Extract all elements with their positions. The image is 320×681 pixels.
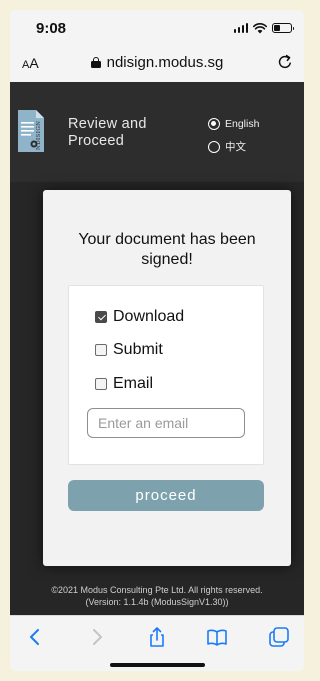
option-submit[interactable]: Submit — [95, 341, 163, 359]
language-option-chinese[interactable]: 中文 — [208, 139, 259, 154]
browser-toolbar — [10, 615, 304, 671]
ndisign-logo: NDISIGN — [18, 110, 44, 152]
proceed-button[interactable]: proceed — [68, 480, 264, 511]
phone-screen: 9:08 AA ndisign.modus.sg NDISIGN Review … — [10, 10, 304, 671]
copyright-text: ©2021 Modus Consulting Pte Ltd. All righ… — [51, 585, 263, 595]
language-label-chinese: 中文 — [225, 141, 246, 153]
chevron-left-icon[interactable] — [24, 626, 46, 648]
status-time: 9:08 — [36, 20, 67, 37]
email-input[interactable] — [87, 408, 245, 438]
wifi-icon — [253, 23, 267, 34]
checkbox-email[interactable] — [95, 378, 107, 390]
home-indicator[interactable] — [110, 663, 205, 667]
signed-message: Your document has been signed! — [78, 231, 256, 268]
option-email[interactable]: Email — [95, 375, 153, 393]
option-submit-label: Submit — [113, 341, 163, 358]
reload-icon[interactable] — [276, 53, 294, 71]
logo-text: NDISIGN — [36, 121, 42, 150]
lock-icon — [90, 57, 101, 68]
status-bar: 9:08 — [10, 10, 304, 44]
language-selector: English 中文 — [208, 118, 259, 163]
signal-icon — [233, 23, 248, 33]
signed-card: Your document has been signed! Download … — [43, 190, 291, 566]
chevron-right-icon[interactable] — [86, 626, 108, 648]
options-box: Download Submit Email — [68, 285, 264, 465]
language-option-english[interactable]: English — [208, 118, 259, 130]
share-icon[interactable] — [146, 626, 168, 648]
web-page: NDISIGN Review and Proceed English 中文 Yo… — [10, 82, 304, 615]
version-text: (Version: 1.1.4b (ModusSignV1.30)) — [85, 597, 229, 607]
checkbox-download[interactable] — [95, 311, 107, 323]
option-email-label: Email — [113, 375, 154, 392]
battery-icon — [272, 23, 294, 33]
option-download[interactable]: Download — [95, 308, 184, 326]
page-title: Review and Proceed — [68, 116, 147, 149]
book-icon[interactable] — [206, 626, 228, 648]
option-download-label: Download — [113, 308, 185, 325]
url-field[interactable]: ndisign.modus.sg — [10, 54, 304, 71]
browser-address-bar: AA ndisign.modus.sg — [10, 44, 304, 82]
footer: ©2021 Modus Consulting Pte Ltd. All righ… — [10, 584, 304, 608]
checkbox-submit[interactable] — [95, 344, 107, 356]
url-text: ndisign.modus.sg — [106, 54, 224, 71]
status-icons — [233, 21, 294, 35]
language-label-english: English — [225, 118, 260, 130]
radio-chinese[interactable] — [208, 140, 220, 153]
radio-english[interactable] — [208, 118, 220, 130]
tabs-icon[interactable] — [268, 626, 290, 648]
page-header: NDISIGN Review and Proceed English 中文 — [10, 82, 304, 182]
